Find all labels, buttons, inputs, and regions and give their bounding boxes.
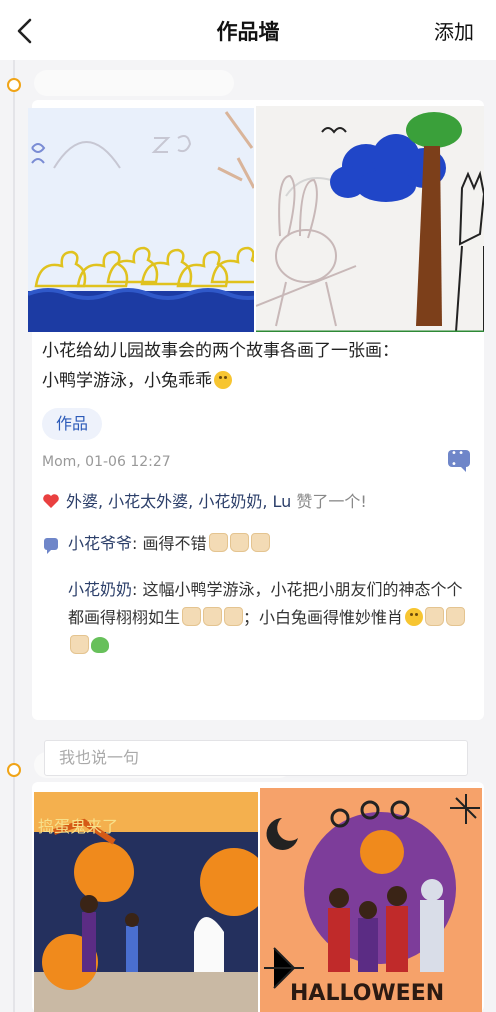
post-text-line1: 小花给幼儿园故事会的两个故事各画了一张画： [42,341,399,361]
comment-icon[interactable] [448,448,470,472]
likes-row: 外婆, 小花太外婆, 小花奶奶, Lu 赞了一个! [42,490,472,514]
thumbs-up-icon [250,533,270,552]
heart-icon [43,494,59,508]
post-photo-halloween-2[interactable]: HALLOWEEN [260,788,482,1012]
photo-caption: HALLOWEEN [290,981,444,1006]
likes-suffix: 赞了一个! [291,492,367,511]
post-timestamp: Mom, 01-06 12:27 [42,454,171,470]
post-photo-rabbit[interactable] [256,106,484,332]
thumbs-up-icon [425,607,445,626]
likes-names[interactable]: 外婆, 小花太外婆, 小花奶奶, Lu [66,492,291,511]
comment-author[interactable]: 小花爷爷 [68,534,132,553]
page-title: 作品墙 [216,20,280,44]
comment-text: : 画得不错 [132,534,207,553]
thumbs-up-icon [203,607,223,626]
thumbs-up-icon [182,607,202,626]
post-card: 小花给幼儿园故事会的两个故事各画了一张画： 小鸭学游泳，小兔乖乖 作品 Mom,… [28,100,484,776]
reply-input[interactable]: 我也说一句 [44,740,468,776]
post-photo-halloween-1[interactable]: 捣蛋鬼来了 [34,792,258,1012]
comment-bubble-icon [44,538,58,554]
thumbs-up-icon [446,607,466,626]
post-text-line2: 小鸭学游泳，小兔乖乖 [42,371,212,391]
post-photo-ducks[interactable] [28,108,254,332]
post-text: 小花给幼儿园故事会的两个故事各画了一张画： 小鸭学游泳，小兔乖乖 [42,336,472,396]
add-button[interactable]: 添加 [434,16,474,45]
smile-emoji-icon [405,608,424,626]
comment-text-cont: ；小白兔画得惟妙惟肖 [243,608,404,627]
timeline-dot [7,763,21,777]
thumbs-up-icon [229,533,249,552]
frog-emoji-icon [91,637,109,653]
smile-emoji-icon [214,371,232,389]
timeline-dot [7,78,21,92]
thumbs-up-icon [70,635,89,654]
post-card: 捣蛋鬼来了 HALLOWEEN [32,782,484,1012]
category-tag[interactable]: 作品 [42,408,103,440]
photo-caption: 捣蛋鬼来了 [38,817,118,836]
comment-author[interactable]: 小花奶奶 [68,580,132,599]
blurred-header [34,70,234,96]
thumbs-up-icon [208,533,228,552]
nav-bar: 作品墙 添加 [0,0,496,60]
timeline-line [13,60,15,1012]
comment-item: 小花爷爷: 画得不错 [68,530,270,558]
comment-item: 小花奶奶: 这幅小鸭学游泳，小花把小朋友们的神态个个都画得栩栩如生 ；小白兔画得惟… [68,576,478,660]
thumbs-up-icon [224,607,244,626]
